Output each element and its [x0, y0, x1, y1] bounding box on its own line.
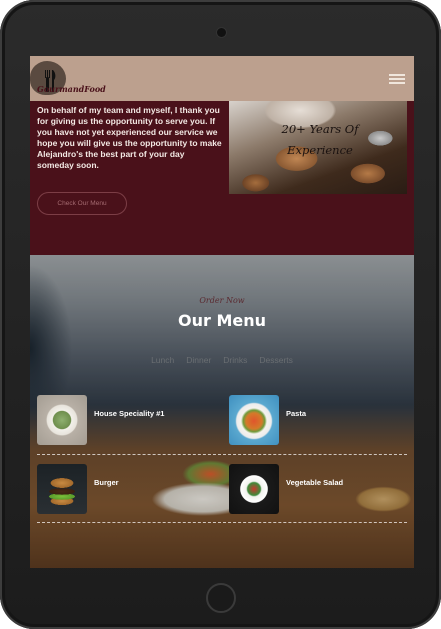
tab-drinks[interactable]: Drinks: [223, 355, 247, 365]
about-section: On behalf of my team and myself, I thank…: [30, 101, 414, 255]
tab-desserts[interactable]: Desserts: [259, 355, 293, 365]
front-camera: [217, 28, 226, 37]
experience-image: 20+ Years Of Experience: [229, 101, 407, 194]
menu-kicker: Order Now: [199, 296, 245, 305]
menu-section: Order Now Our Menu Lunch Dinner Drinks D…: [30, 255, 414, 568]
menu-item-image: [37, 464, 87, 514]
menu-item-image: [37, 395, 87, 445]
menu-item-name: Burger: [94, 478, 119, 487]
tablet-frame: GourmandFood On behalf of my team and my…: [0, 0, 441, 629]
home-button[interactable]: [206, 583, 236, 613]
experience-label: 20+ Years Of Experience: [281, 122, 359, 157]
menu-divider: [37, 454, 407, 455]
check-menu-button[interactable]: Check Our Menu: [37, 192, 127, 215]
menu-item-name: Pasta: [286, 409, 307, 418]
menu-item-burger[interactable]: Burger: [37, 464, 215, 514]
menu-item-name: Vegetable Salad: [286, 478, 344, 487]
menu-tabs: Lunch Dinner Drinks Desserts: [30, 355, 414, 365]
brand-name[interactable]: GourmandFood: [37, 84, 106, 94]
menu-title: Our Menu: [177, 311, 266, 330]
site-header: GourmandFood: [30, 56, 414, 101]
screen: GourmandFood On behalf of my team and my…: [30, 56, 414, 568]
menu-item-house-speciality[interactable]: House Speciality #1: [37, 395, 215, 445]
about-text: On behalf of my team and myself, I thank…: [37, 105, 222, 170]
menu-item-name: House Speciality #1: [94, 409, 165, 418]
menu-item-image: [229, 395, 279, 445]
menu-item-vegetable-salad[interactable]: Vegetable Salad: [229, 464, 407, 514]
menu-item-pasta[interactable]: Pasta: [229, 395, 407, 445]
tab-dinner[interactable]: Dinner: [186, 355, 211, 365]
tab-lunch[interactable]: Lunch: [151, 355, 174, 365]
menu-item-image: [229, 464, 279, 514]
menu-divider: [37, 522, 407, 523]
hamburger-menu-icon[interactable]: [389, 74, 405, 84]
